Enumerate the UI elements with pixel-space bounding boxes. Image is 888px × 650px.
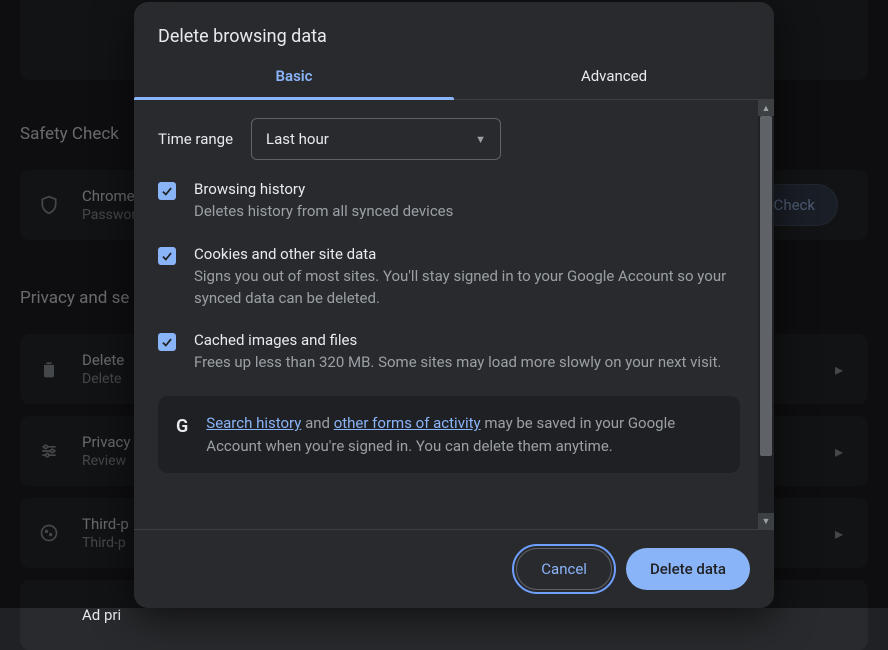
scroll-down-button[interactable]: ▼ — [758, 513, 774, 529]
option-title: Cookies and other site data — [194, 245, 730, 263]
tab-advanced[interactable]: Advanced — [454, 67, 774, 99]
chevron-down-icon: ▼ — [475, 133, 486, 146]
option-desc: Deletes history from all synced devices — [194, 201, 453, 223]
google-account-info: G Search history and other forms of acti… — [158, 396, 740, 473]
option-cache[interactable]: Cached images and files Frees up less th… — [158, 331, 750, 374]
option-cookies[interactable]: Cookies and other site data Signs you ou… — [158, 245, 750, 310]
delete-browsing-data-dialog: Delete browsing data Basic Advanced Time… — [134, 2, 774, 608]
time-range-label: Time range — [158, 130, 233, 148]
time-range-value: Last hour — [266, 130, 329, 148]
time-range-select[interactable]: Last hour ▼ — [251, 118, 501, 160]
dialog-body: Time range Last hour ▼ Browsing history … — [134, 100, 774, 529]
info-message: Search history and other forms of activi… — [206, 412, 722, 457]
option-desc: Signs you out of most sites. You'll stay… — [194, 266, 730, 310]
checkbox-cookies[interactable] — [158, 247, 176, 265]
search-history-link[interactable]: Search history — [206, 414, 301, 432]
option-desc: Frees up less than 320 MB. Some sites ma… — [194, 352, 721, 374]
scrollbar[interactable]: ▲ ▼ — [758, 100, 774, 529]
scroll-thumb[interactable] — [760, 116, 772, 456]
google-icon: G — [176, 416, 188, 437]
dialog-title: Delete browsing data — [134, 2, 774, 67]
option-title: Browsing history — [194, 180, 453, 198]
checkbox-cache[interactable] — [158, 333, 176, 351]
scroll-up-button[interactable]: ▲ — [758, 100, 774, 116]
option-browsing-history[interactable]: Browsing history Deletes history from al… — [158, 180, 750, 223]
checkbox-browsing-history[interactable] — [158, 182, 176, 200]
dialog-footer: Cancel Delete data — [134, 529, 774, 608]
delete-data-button[interactable]: Delete data — [626, 548, 750, 590]
tab-basic[interactable]: Basic — [134, 67, 454, 99]
dialog-tabs: Basic Advanced — [134, 67, 774, 100]
other-activity-link[interactable]: other forms of activity — [334, 414, 481, 432]
option-title: Cached images and files — [194, 331, 721, 349]
cancel-button[interactable]: Cancel — [516, 548, 612, 590]
